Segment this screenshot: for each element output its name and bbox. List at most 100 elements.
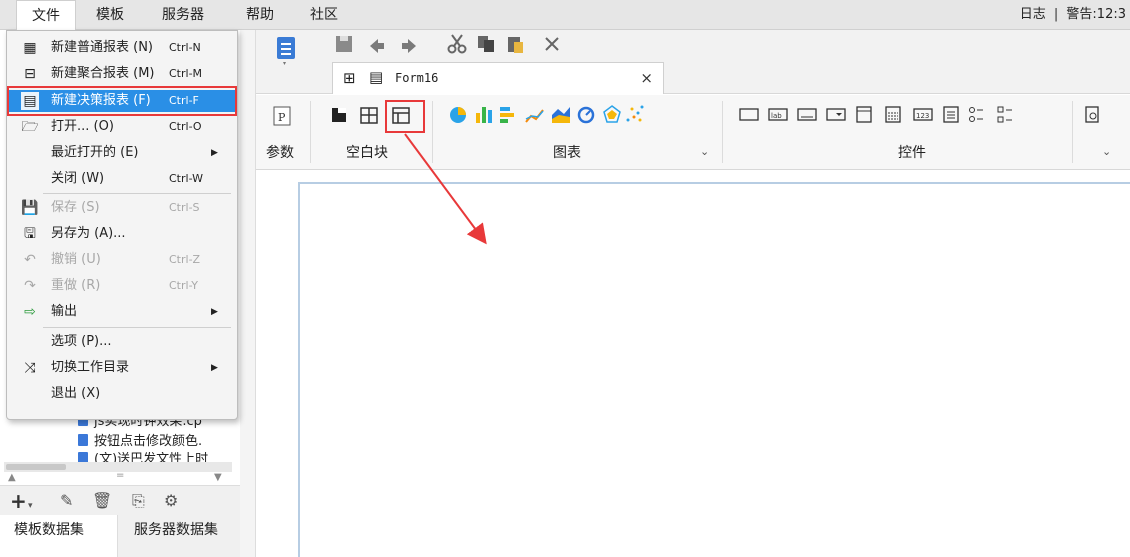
save-icon[interactable] — [336, 36, 352, 52]
menu-item-new-normal-report[interactable]: ▦ 新建普通报表 (N) Ctrl-N — [7, 37, 237, 59]
bar-chart-icon[interactable] — [476, 107, 492, 123]
collapse-down-icon[interactable]: ▼ — [214, 472, 222, 483]
controls-group-label: 控件 — [898, 145, 926, 161]
tree-item[interactable]: 按钮点击修改颜色. — [78, 432, 202, 452]
scrollbar-thumb[interactable] — [6, 464, 66, 470]
menu-item-save[interactable]: 💾 保存 (S) Ctrl-S — [7, 197, 237, 219]
form-layout-icon: ⊞ — [343, 69, 356, 87]
checkbox-group-widget-icon[interactable] — [997, 106, 1012, 123]
dataset-settings-icon[interactable]: ⚙ — [164, 491, 178, 511]
save-as-icon: 🖫 — [24, 226, 36, 242]
preview-icon[interactable]: ⎘ — [132, 491, 145, 511]
tab-close-icon[interactable]: × — [640, 69, 653, 87]
cut-icon[interactable] — [447, 34, 467, 54]
new-report-icon: ▦ — [23, 40, 37, 56]
params-group-label: 参数 — [266, 145, 294, 161]
warning-indicator[interactable]: 警告:12:3 — [1066, 7, 1126, 22]
menu-item-label: 选项 (P)... — [51, 334, 112, 349]
menu-item-shortcut: Ctrl-Y — [169, 279, 198, 292]
menu-item-label: 打开... (O) — [51, 119, 114, 134]
tab-template-dataset[interactable]: 模板数据集 — [0, 515, 118, 557]
paste-icon[interactable] — [508, 37, 523, 53]
chevron-down-icon[interactable]: ▾ — [28, 496, 33, 516]
menu-item-recent[interactable]: 最近打开的 (E) ▶ — [7, 142, 237, 164]
menu-item-shortcut: Ctrl-N — [169, 41, 201, 54]
toolbar-highlight-box — [385, 100, 425, 133]
horizontal-bar-chart-icon[interactable] — [500, 107, 514, 123]
gauge-chart-icon[interactable] — [577, 106, 595, 124]
group-divider — [310, 101, 311, 163]
undo-icon[interactable] — [370, 39, 384, 53]
main-toolbar — [256, 30, 1130, 60]
pie-chart-icon[interactable] — [450, 107, 466, 123]
menu-item-redo[interactable]: ↷ 重做 (R) Ctrl-Y — [7, 275, 237, 297]
menu-item-label: 退出 (X) — [51, 386, 101, 401]
chevron-down-icon[interactable]: ⌄ — [1102, 145, 1111, 158]
text-field-widget-icon[interactable] — [797, 108, 817, 121]
menu-item-options[interactable]: 选项 (P)... — [7, 331, 237, 353]
delete-icon[interactable]: 🗑 — [92, 491, 112, 511]
menubar: 文件 模板 服务器 帮助 社区 日志 | 警告:12:3 — [0, 0, 1130, 30]
copy-icon[interactable] — [478, 36, 494, 52]
parameter-widget-icon[interactable]: P — [273, 106, 291, 126]
add-icon[interactable]: + — [10, 491, 27, 511]
menu-item-shortcut: Ctrl-S — [169, 201, 200, 214]
date-widget-icon[interactable] — [856, 106, 872, 123]
button-widget-icon[interactable] — [739, 108, 759, 121]
menu-item-export[interactable]: ⇨ 输出 ▶ — [7, 301, 237, 323]
menu-community[interactable]: 社区 — [300, 0, 348, 30]
redo-icon[interactable] — [402, 39, 416, 53]
menu-template[interactable]: 模板 — [86, 0, 134, 30]
menu-item-save-as[interactable]: 🖫 另存为 (A)... — [7, 223, 237, 245]
menu-item-open[interactable]: 🗁 打开... (O) Ctrl-O — [7, 116, 237, 138]
line-chart-icon[interactable] — [525, 109, 544, 123]
radio-group-widget-icon[interactable] — [969, 107, 984, 122]
search-widget-icon[interactable] — [1085, 106, 1099, 123]
text-area-widget-icon[interactable] — [943, 106, 959, 123]
label-widget-icon[interactable]: lab — [768, 108, 788, 121]
radar-chart-icon[interactable] — [603, 105, 621, 123]
close-icon[interactable] — [545, 37, 559, 51]
menu-item-exit[interactable]: 退出 (X) — [7, 383, 237, 405]
shuffle-icon: ⤨ — [24, 360, 36, 376]
menu-item-switch-workdir[interactable]: ⤨ 切换工作目录 ▶ — [7, 357, 237, 379]
tree-item[interactable]: (文)送巴发文性上时 — [78, 452, 208, 462]
menu-item-label: 最近打开的 (E) — [51, 145, 139, 160]
area-chart-icon[interactable] — [552, 107, 570, 123]
status-area: 日志 | 警告:12:3 — [1020, 0, 1126, 30]
menu-item-label: 新建普通报表 (N) — [51, 40, 154, 55]
menu-item-label: 切换工作目录 — [51, 360, 130, 375]
menu-server[interactable]: 服务器 — [152, 0, 214, 30]
svg-text:123: 123 — [916, 112, 929, 120]
splitter-handle-icon[interactable]: = — [116, 470, 124, 481]
menu-item-undo[interactable]: ↶ 撤销 (U) Ctrl-Z — [7, 249, 237, 271]
tab-form16[interactable]: ⊞ ▤ Form16 × — [332, 62, 664, 94]
undo-icon: ↶ — [24, 252, 36, 268]
save-icon: 💾 — [21, 200, 39, 216]
menu-item-new-aggregate-report[interactable]: ⊟ 新建聚合报表 (M) Ctrl-M — [7, 63, 237, 85]
edit-icon[interactable]: ✎ — [60, 491, 73, 511]
tab-layout-icon[interactable] — [360, 107, 378, 124]
collapse-up-icon[interactable]: ▲ — [8, 472, 16, 483]
chevron-down-icon[interactable]: ⌄ — [700, 145, 709, 158]
tab-server-dataset[interactable]: 服务器数据集 — [120, 515, 232, 557]
menu-file[interactable]: 文件 — [16, 0, 76, 30]
menu-item-shortcut: Ctrl-M — [169, 67, 203, 80]
absolute-layout-icon[interactable] — [332, 108, 346, 122]
number-widget-icon[interactable]: 123 — [913, 108, 933, 121]
pane-splitter[interactable]: ▲ = ▼ — [0, 470, 240, 486]
status-separator: | — [1053, 7, 1059, 22]
form-body-area[interactable] — [298, 182, 1130, 557]
document-logo-icon[interactable]: ▾ — [276, 36, 298, 66]
group-divider — [1072, 101, 1073, 163]
log-link[interactable]: 日志 — [1020, 7, 1046, 22]
menu-item-close[interactable]: 关闭 (W) Ctrl-W — [7, 168, 237, 190]
scatter-chart-icon[interactable] — [626, 105, 644, 122]
combo-box-widget-icon[interactable] — [826, 108, 846, 121]
left-collapse-strip[interactable] — [240, 30, 256, 557]
tree-item-label: 按钮点击修改颜色. — [94, 434, 203, 449]
file-icon — [78, 434, 88, 446]
calendar-widget-icon[interactable] — [885, 106, 901, 123]
menu-separator — [43, 327, 231, 328]
menu-help[interactable]: 帮助 — [236, 0, 284, 30]
